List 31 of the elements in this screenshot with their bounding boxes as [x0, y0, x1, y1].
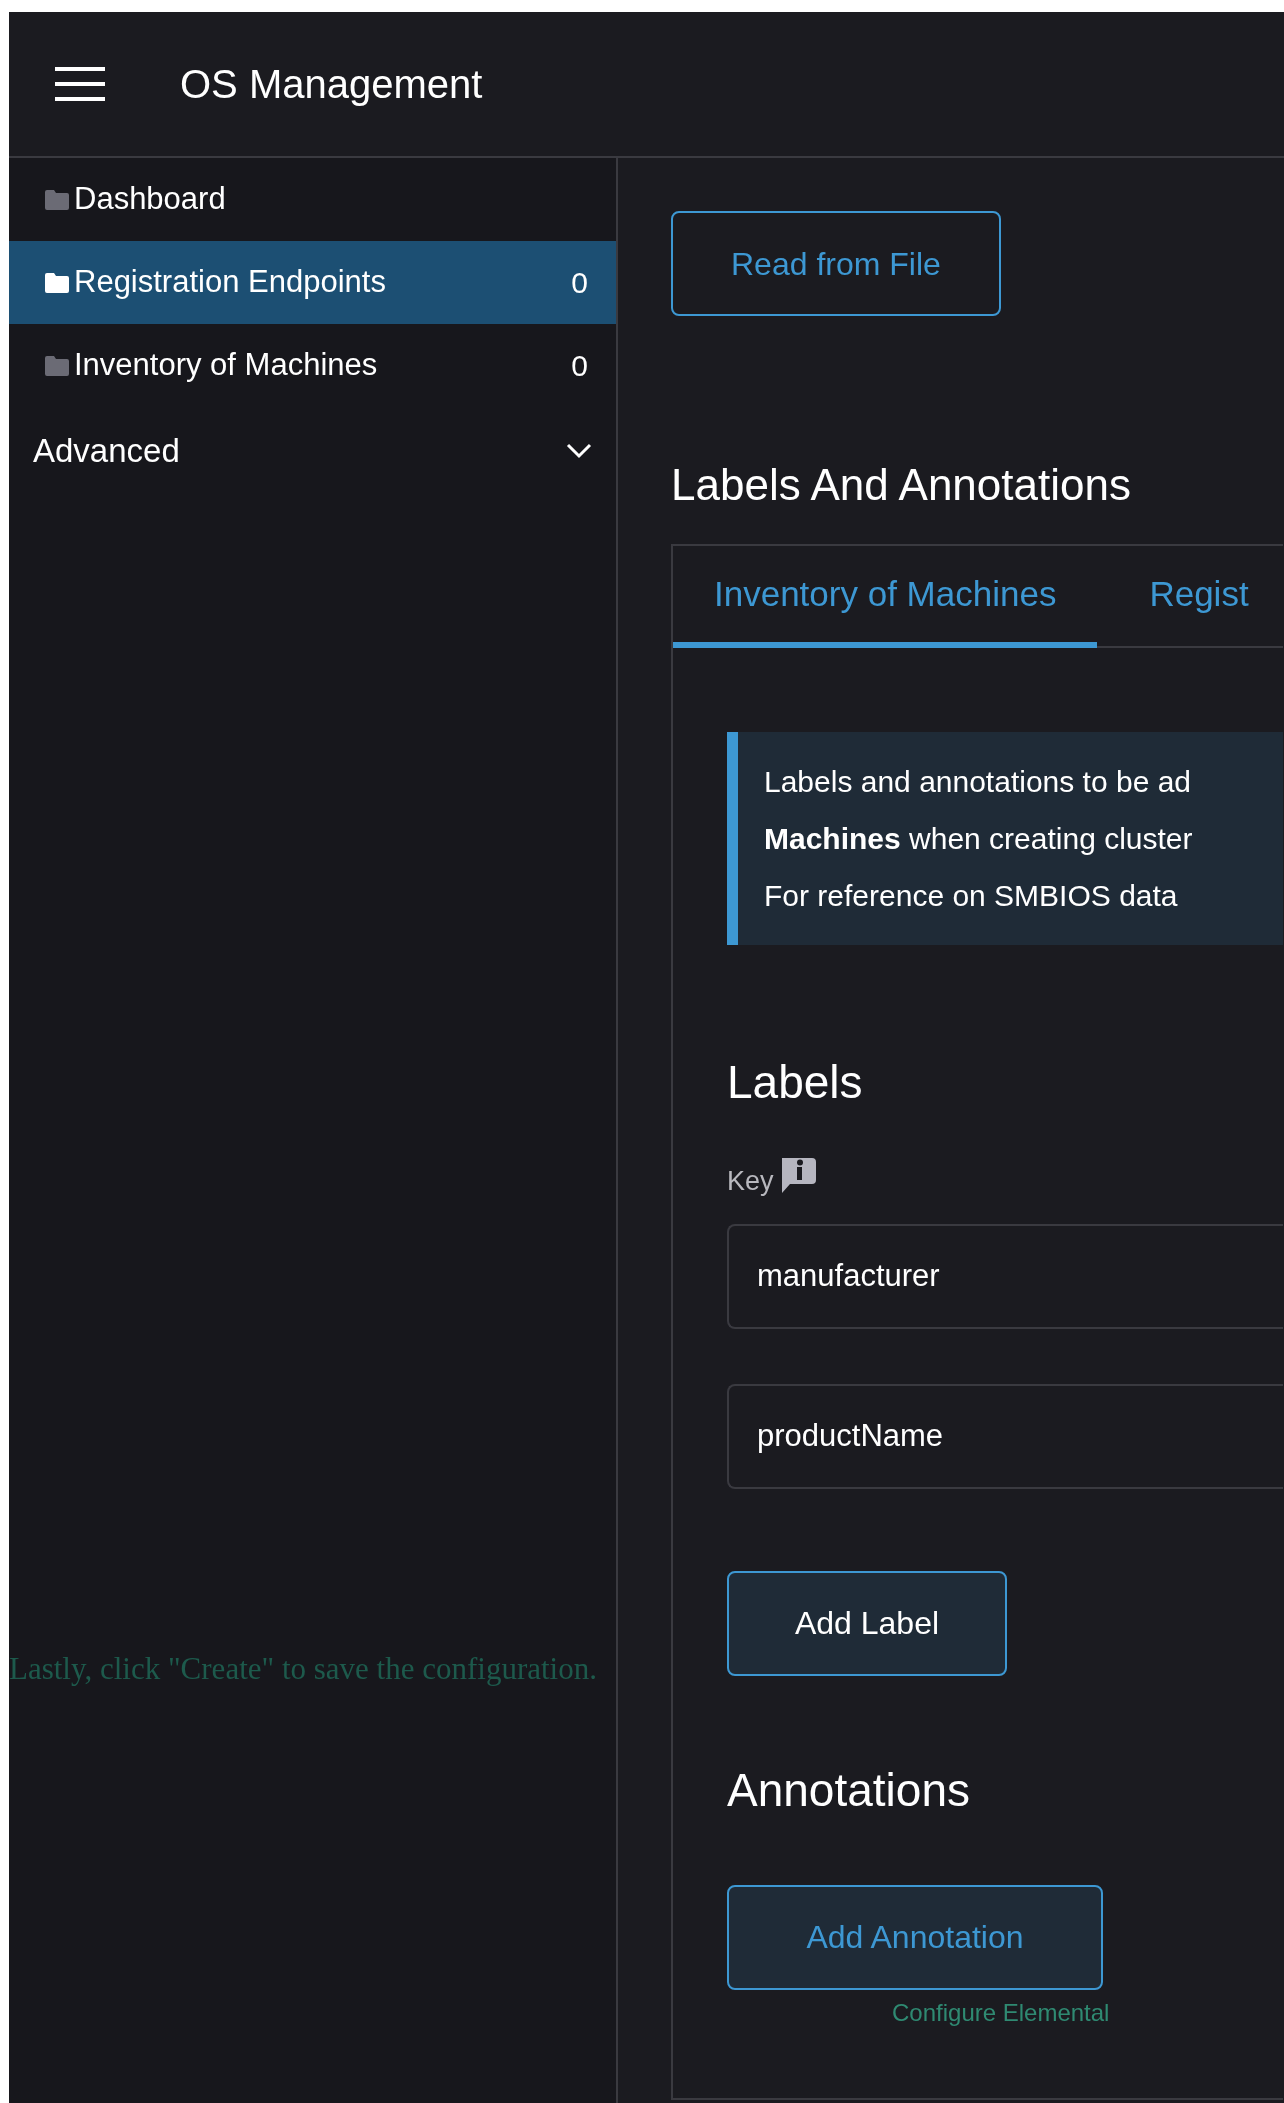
- annotations-heading: Annotations: [727, 1762, 970, 1818]
- add-annotation-button[interactable]: Add Annotation: [727, 1884, 1103, 1990]
- advanced-group[interactable]: Advanced: [33, 426, 566, 476]
- key-input[interactable]: productName: [727, 1383, 1283, 1489]
- folder-icon: [45, 272, 69, 293]
- folder-icon: [45, 189, 69, 210]
- sidebar-item[interactable]: Dashboard: [9, 158, 616, 241]
- app-title: OS Management: [180, 61, 483, 108]
- item-count: 0: [571, 265, 588, 301]
- sidebar-item[interactable]: Inventory of Machines 0: [9, 324, 616, 407]
- labels-heading: Labels: [727, 1055, 863, 1110]
- info-text: Machines when creating cluster: [764, 821, 1194, 857]
- tour-hint: Lastly, click "Create" to save the configuration.: [9, 1650, 597, 1688]
- tour-hint: Configure Elemental: [892, 1997, 1110, 2028]
- info-text: Labels and annotations to be ad: [764, 764, 1193, 800]
- sidebar-item-label: Dashboard: [74, 180, 227, 219]
- chevron-icon[interactable]: [566, 443, 592, 459]
- folder-icon: [45, 355, 69, 376]
- section-heading: Labels And Annotations: [671, 459, 1131, 511]
- tab[interactable]: Inventory of Machines: [673, 546, 1098, 648]
- sidebar-item-label: Registration Endpoints: [74, 263, 387, 302]
- menu-icon[interactable]: [55, 67, 105, 101]
- read-from-file-button[interactable]: Read from File: [671, 211, 1001, 316]
- info-text: For reference on SMBIOS data: [764, 878, 1179, 914]
- item-count: 0: [571, 348, 588, 384]
- key-label: Key: [727, 1165, 774, 1198]
- tab[interactable]: Regist: [1097, 546, 1249, 648]
- key-input[interactable]: manufacturer: [727, 1223, 1283, 1329]
- add-label-button[interactable]: Add Label: [727, 1570, 1007, 1676]
- sidebar-item-label: Inventory of Machines: [74, 346, 379, 385]
- sidebar-item[interactable]: Registration Endpoints 0: [9, 241, 616, 324]
